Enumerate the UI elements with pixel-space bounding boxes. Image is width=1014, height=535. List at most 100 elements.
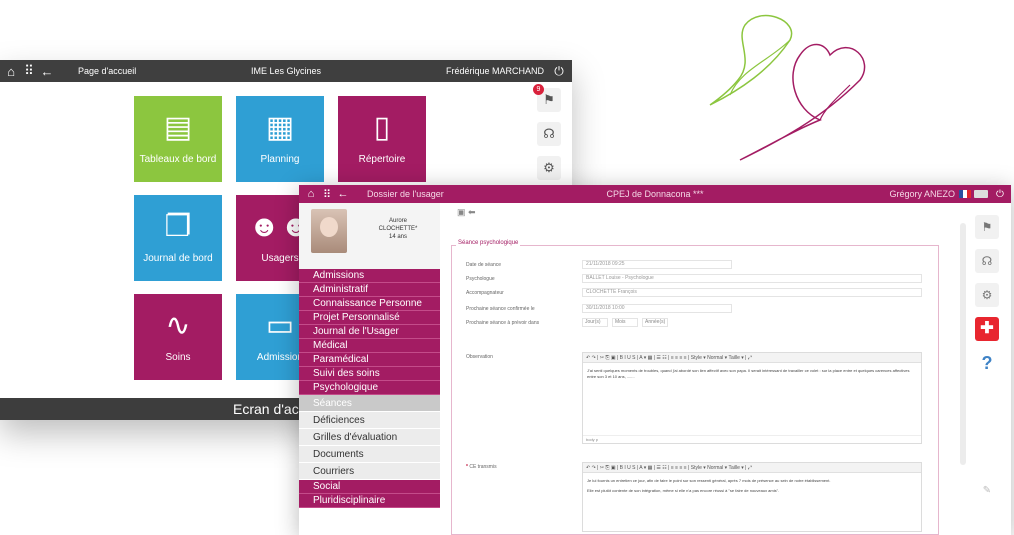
menu-item-courriers[interactable]: Courriers — [299, 463, 440, 480]
tile-label: Journal de bord — [143, 253, 213, 264]
ce-transmis-paragraph-2: Elle est plutôt contente de son intégrat… — [587, 488, 780, 493]
home-icon[interactable]: ⌂ — [2, 64, 20, 79]
editor-footer: body p — [583, 435, 921, 443]
tile-repertoire[interactable]: ▯ Répertoire — [338, 96, 426, 182]
user-name[interactable]: Grégory ANEZO — [889, 189, 955, 199]
date-field[interactable]: 21/11/2018 09:25 — [582, 260, 732, 269]
french-flag-icon[interactable] — [959, 190, 971, 198]
settings-gear-icon[interactable]: ⚙ — [975, 283, 999, 307]
save-icon[interactable]: ▣ — [457, 207, 466, 217]
dossier-window: ⌂ ⠿ ← Dossier de l'usager CPEJ de Donnac… — [299, 185, 1011, 535]
phone-icon: ▯ — [373, 111, 391, 144]
tile-planning[interactable]: ▦ Planning — [236, 96, 324, 182]
app-logo-icon: ✎ — [982, 485, 992, 496]
home-icon[interactable]: ⌂ — [303, 188, 319, 200]
notification-badge: 9 — [533, 84, 544, 95]
prevoir-label: Prochaine séance à prévoir dans — [466, 320, 540, 326]
ce-transmis-editor[interactable]: ↶ ↷ | ✂ ⎘ ▣ | B I U S | A ▾ ▦ | ☰ ☷ | ≡ … — [582, 462, 922, 532]
prochaine-seance-field[interactable]: 30/11/2018 10:00 — [582, 304, 732, 313]
tile-label: Soins — [165, 352, 191, 363]
user-name[interactable]: Frédérique MARCHAND — [446, 66, 544, 76]
dossier-sidebar: Aurore CLOCHETTE* 14 ans Admissions Admi… — [299, 203, 440, 535]
editor-toolbar[interactable]: ↶ ↷ | ✂ ⎘ ▣ | B I U S | A ▾ ▦ | ☰ ☷ | ≡ … — [583, 353, 921, 363]
editor-toolbar[interactable]: ↶ ↷ | ✂ ⎘ ▣ | B I U S | A ▾ ▦ | ☰ ☷ | ≡ … — [583, 463, 921, 473]
menu-item-social[interactable]: Social — [299, 480, 440, 494]
prochaine-seance-label: Prochaine séance confirmée le — [466, 306, 535, 312]
observation-label: Observation — [466, 354, 493, 360]
stethoscope-icon: ∿ — [165, 309, 191, 342]
vertical-scrollbar[interactable] — [960, 223, 966, 465]
patient-last-name: CLOCHETTE* — [378, 226, 418, 232]
menu-item-paramedical[interactable]: Paramédical — [299, 353, 440, 367]
power-icon[interactable]: ⏻ — [993, 189, 1007, 200]
dossier-topbar: ⌂ ⠿ ← Dossier de l'usager CPEJ de Donnac… — [299, 185, 1011, 203]
mois-input[interactable]: Mois — [612, 318, 638, 327]
ce-transmis-text[interactable]: Je lui fournis un entretien ce jour, afi… — [583, 473, 921, 499]
patient-name: Aurore CLOCHETTE* 14 ans — [357, 217, 439, 241]
menu-item-psychologique[interactable]: Psychologique — [299, 381, 440, 395]
support-headset-icon[interactable]: ☊ — [537, 122, 561, 146]
dossier-side-icons: ⚑ ☊ ⚙ ✚ ? — [975, 215, 1001, 385]
id-card-icon[interactable] — [974, 190, 988, 198]
power-icon[interactable]: ⏻ — [550, 64, 568, 79]
required-asterisk: * — [466, 464, 468, 470]
ce-transmis-text-label: CE transmis — [469, 464, 497, 470]
menu-item-grilles-evaluation[interactable]: Grilles d'évaluation — [299, 429, 440, 446]
menu-item-administratif[interactable]: Administratif — [299, 283, 440, 297]
form-toolbar: ▣ ⬅ — [457, 207, 476, 218]
jours-input[interactable]: Jour(s) — [582, 318, 608, 327]
book-icon: ❐ — [164, 210, 192, 243]
page-title: Page d'accueil — [78, 66, 137, 76]
grid-icon[interactable]: ⠿ — [20, 63, 38, 79]
section-title: Séance psychologique — [456, 240, 521, 246]
settings-gear-icon[interactable]: ⚙ — [537, 156, 561, 180]
back-arrow-icon[interactable]: ← — [38, 64, 56, 79]
accompagnateur-select[interactable]: CLOCHETTE François — [582, 288, 922, 297]
help-question-icon[interactable]: ? — [975, 351, 999, 375]
page-title: Dossier de l'usager — [367, 189, 444, 199]
accompagnateur-label: Accompagnateur — [466, 290, 504, 296]
back-arrow-icon[interactable]: ← — [335, 188, 351, 200]
tile-label: Planning — [260, 154, 300, 165]
menu-item-deficiences[interactable]: Déficiences — [299, 412, 440, 429]
patient-profile: Aurore CLOCHETTE* 14 ans — [299, 203, 440, 269]
notifications-flag-icon[interactable]: ⚑ 9 — [533, 84, 561, 112]
menu-item-projet-personnalise[interactable]: Projet Personnalisé — [299, 311, 440, 325]
ce-transmis-paragraph-1: Je lui fournis un entretien ce jour, afi… — [587, 478, 831, 483]
support-headset-icon[interactable]: ☊ — [975, 249, 999, 273]
tile-journal-de-bord[interactable]: ❐ Journal de bord — [134, 195, 222, 281]
menu-item-pluridisciplinaire[interactable]: Pluridisciplinaire — [299, 494, 440, 508]
patient-avatar — [311, 209, 347, 253]
patient-first-name: Aurore — [388, 218, 407, 224]
home-side-icons: ⚑ 9 ☊ ⚙ — [533, 84, 563, 190]
menu-item-suivi-des-soins[interactable]: Suivi des soins — [299, 367, 440, 381]
calendar-icon: ▦ — [265, 111, 295, 144]
observation-editor[interactable]: ↶ ↷ | ✂ ⎘ ▣ | B I U S | A ▾ ▦ | ☰ ☷ | ≡ … — [582, 352, 922, 444]
menu-item-seances[interactable]: Séances — [299, 395, 440, 412]
psychologue-label: Psychologue — [466, 276, 495, 282]
tile-label: Répertoire — [358, 154, 406, 165]
menu-item-connaissance-personne[interactable]: Connaissance Personne — [299, 297, 440, 311]
tile-soins[interactable]: ∿ Soins — [134, 294, 222, 380]
back-icon[interactable]: ⬅ — [468, 207, 476, 217]
screenshot-stage: ⌂ ⠿ ← Page d'accueil IME Les Glycines Fr… — [0, 0, 1014, 535]
tile-label: Tableaux de bord — [139, 154, 217, 165]
observation-text[interactable]: J'ai senti quelques moments de troubles,… — [583, 363, 921, 385]
patient-age: 14 ans — [388, 234, 407, 240]
seance-form: Séance psychologique Date de séance 21/1… — [451, 240, 939, 535]
psychologue-select[interactable]: BALLET Louise - Psychologue — [582, 274, 922, 283]
clipboard-icon: ▤ — [163, 111, 193, 144]
menu-item-medical[interactable]: Médical — [299, 339, 440, 353]
alerts-flag-icon[interactable]: ⚑ — [975, 215, 999, 239]
ce-transmis-label: * CE transmis — [466, 464, 497, 470]
home-topbar: ⌂ ⠿ ← Page d'accueil IME Les Glycines Fr… — [0, 60, 572, 82]
menu-item-documents[interactable]: Documents — [299, 446, 440, 463]
medical-cross-icon[interactable]: ✚ — [975, 317, 999, 341]
tile-tableaux-de-bord[interactable]: ▤ Tableaux de bord — [134, 96, 222, 182]
grid-icon[interactable]: ⠿ — [319, 188, 335, 201]
butterfly-decoration — [709, 14, 866, 161]
annees-input[interactable]: Année(s) — [642, 318, 668, 327]
dossier-menu: Admissions Administratif Connaissance Pe… — [299, 269, 440, 508]
menu-item-journal-usager[interactable]: Journal de l'Usager — [299, 325, 440, 339]
menu-item-admissions[interactable]: Admissions — [299, 269, 440, 283]
